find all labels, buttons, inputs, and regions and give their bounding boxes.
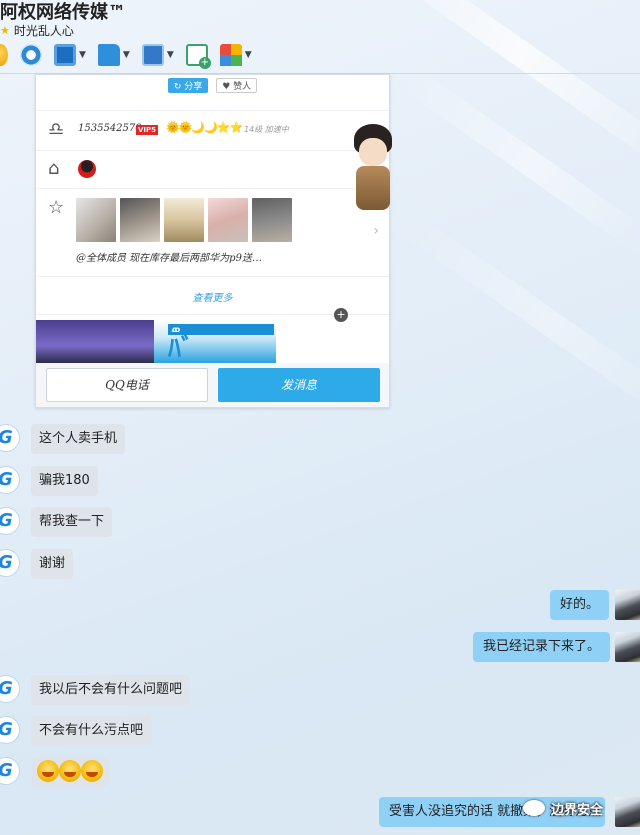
photo-thumbnail[interactable]: [120, 198, 160, 242]
message-bubble: 我已经记录下来了。: [473, 632, 611, 662]
remote-desktop-button[interactable]: ▼: [141, 44, 174, 66]
level-text: 14级 加速中: [244, 125, 289, 134]
watermark-text: 边界安全: [551, 802, 604, 818]
new-chat-button[interactable]: [185, 44, 211, 69]
screen-share-icon: [54, 44, 76, 66]
card-actions: QQ电话 发消息: [36, 363, 389, 407]
photo-thumbnail[interactable]: [76, 198, 116, 242]
qq-call-button[interactable]: QQ电话: [46, 368, 208, 402]
message-bubble: 好的。: [550, 590, 610, 620]
emoji-message-bubble: [31, 757, 109, 787]
banner-image[interactable]: ﾊﾞ .co: [154, 320, 276, 364]
signature-text: 时光乱人心: [13, 24, 74, 38]
photo-thumbnail[interactable]: [164, 198, 204, 242]
file-transfer-button[interactable]: ▼: [97, 44, 130, 66]
qzone-caption: @全体成员 现在库存最后两部华为p9送…: [76, 253, 262, 264]
avatar[interactable]: [0, 466, 20, 494]
apps-icon: [219, 44, 242, 66]
background-streak: [395, 209, 640, 437]
remote-desktop-icon: [141, 44, 164, 66]
avatar[interactable]: [0, 716, 20, 744]
avatar[interactable]: [0, 675, 20, 703]
message-bubble: 帮我查一下: [31, 507, 113, 537]
photo-thumbnail[interactable]: [208, 198, 248, 242]
pet-house-icon: ⌂: [48, 158, 60, 179]
vip-badge: VIP5: [136, 125, 159, 135]
send-message-button[interactable]: 发消息: [218, 368, 380, 402]
pet-row[interactable]: ⌂: [36, 151, 389, 189]
chevron-down-icon[interactable]: ▼: [79, 50, 86, 60]
screen-share-button[interactable]: ▼: [54, 44, 86, 66]
voice-call-button[interactable]: [0, 44, 8, 66]
wechat-logo-icon: [523, 800, 545, 816]
avatar[interactable]: [0, 757, 20, 785]
background-streak: [399, 66, 640, 260]
star-icon: ★: [0, 24, 10, 37]
add-icon[interactable]: +: [334, 308, 348, 322]
qzone-row[interactable]: ☆ @全体成员 现在库存最后两部华为p9送… ›: [36, 189, 389, 277]
banner-row: ﾊﾞ .co: [36, 315, 389, 364]
chevron-down-icon[interactable]: ▼: [245, 50, 252, 60]
video-icon: [20, 44, 42, 66]
message-bubble: 骗我180: [31, 466, 98, 496]
qq-pet-icon: [78, 160, 96, 178]
avatar[interactable]: [0, 424, 20, 452]
emoji-icon: [37, 759, 59, 782]
profile-card: ↻ 分享 ♥ 赞人 ♎ 1535542570 VIP5 🌞🌞🌙🌙⭐⭐ 14级 加…: [35, 74, 390, 408]
qq-info-row: ♎ 1535542570 VIP5 🌞🌞🌙🌙⭐⭐ 14级 加速中: [36, 111, 389, 151]
qq-penguin-icon: ♎: [48, 119, 65, 140]
avatar[interactable]: [615, 632, 640, 662]
card-top-bar: ↻ 分享 ♥ 赞人: [36, 75, 389, 111]
star-outline-icon: ☆: [48, 197, 65, 218]
qzone-thumbnails: [76, 198, 292, 242]
sticker-image: [350, 124, 396, 212]
like-button[interactable]: ♥ 赞人: [216, 78, 258, 93]
level-icons: 🌞🌞🌙🌙⭐⭐: [166, 121, 243, 134]
new-chat-icon: [185, 44, 211, 69]
photo-thumbnail[interactable]: [252, 198, 292, 242]
apps-button[interactable]: ▼: [219, 44, 252, 66]
avatar[interactable]: [615, 590, 640, 620]
file-transfer-icon: [97, 44, 120, 66]
video-call-button[interactable]: [20, 44, 42, 66]
emoji-icon: [81, 759, 103, 782]
chevron-down-icon[interactable]: ▼: [123, 50, 130, 60]
chat-toolbar: ▼ ▼ ▼ ▼: [0, 44, 264, 69]
share-button[interactable]: ↻ 分享: [167, 78, 209, 93]
message-bubble: 这个人卖手机: [31, 424, 126, 454]
emoji-icon: [59, 759, 81, 782]
chat-title[interactable]: 阿权网络传媒™: [0, 0, 126, 24]
chat-signature: ★ 时光乱人心: [0, 22, 74, 39]
chevron-down-icon[interactable]: ▼: [167, 50, 174, 60]
qq-number: 1535542570: [78, 123, 142, 134]
banner-image[interactable]: [36, 320, 154, 363]
chevron-right-icon[interactable]: ›: [373, 223, 379, 239]
avatar[interactable]: [0, 549, 20, 577]
chat-header: 阿权网络传媒™ ★ 时光乱人心 ▼ ▼ ▼ ▼: [0, 0, 640, 74]
view-more-link[interactable]: 查看更多: [36, 289, 389, 304]
avatar[interactable]: [0, 507, 20, 535]
message-bubble: 谢谢: [31, 549, 74, 579]
message-bubble: 我以后不会有什么问题吧: [31, 675, 191, 705]
phone-icon: [0, 44, 8, 66]
watermark: 边界安全: [523, 797, 623, 819]
banner-tag: .co: [168, 324, 274, 335]
message-bubble: 不会有什么污点吧: [31, 716, 152, 746]
